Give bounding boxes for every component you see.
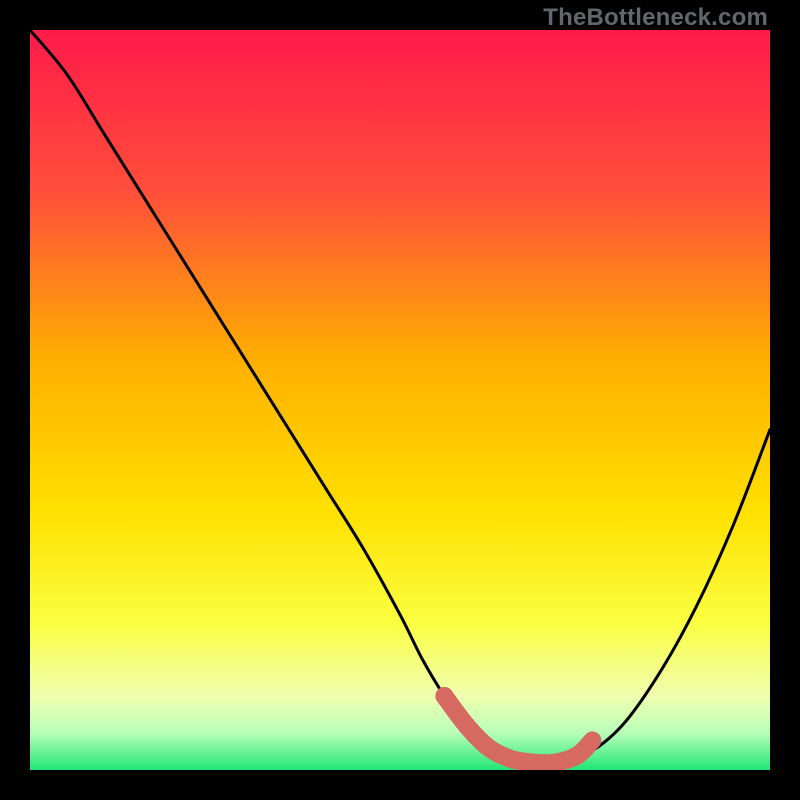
highlight-dot-0 <box>435 687 453 705</box>
watermark-label: TheBottleneck.com <box>543 4 768 32</box>
gradient-background <box>30 30 770 770</box>
bottleneck-chart <box>30 30 770 770</box>
chart-frame <box>30 30 770 770</box>
highlight-dot-1 <box>458 717 476 735</box>
